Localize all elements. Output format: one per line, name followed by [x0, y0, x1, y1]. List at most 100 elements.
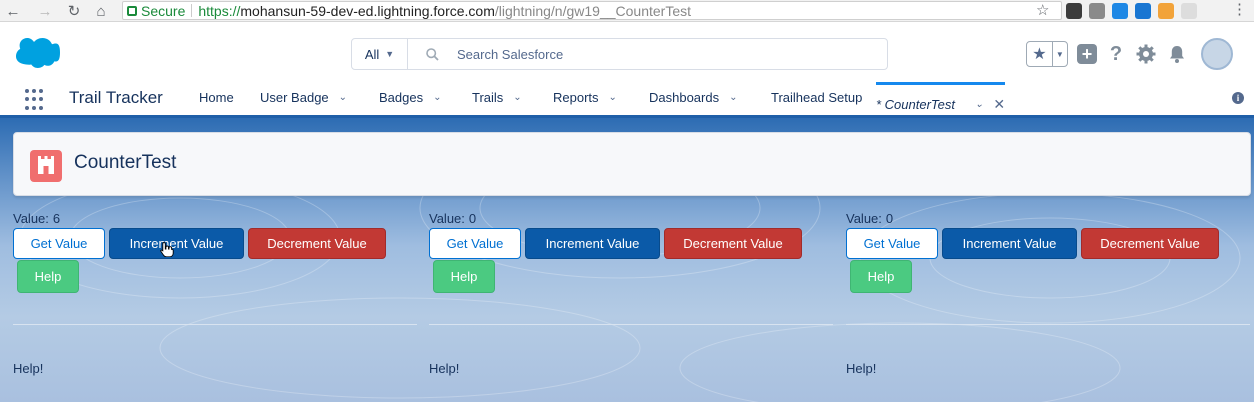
- ext-orange-extension-icon[interactable]: [1158, 3, 1174, 19]
- nav-item-label: Reports: [553, 90, 599, 105]
- get-value-button[interactable]: Get Value: [429, 228, 521, 259]
- nav-item-label: Home: [199, 90, 234, 105]
- app-name: Trail Tracker: [69, 88, 163, 107]
- page-title: CounterTest: [74, 152, 177, 173]
- address-bar[interactable]: Secure https://mohansun-59-dev-ed.lightn…: [122, 1, 1062, 20]
- star-icon[interactable]: ★: [1027, 42, 1052, 66]
- chevron-down-icon[interactable]: ⌄: [339, 92, 347, 103]
- button-row: Get Value Increment Value Decrement Value: [13, 228, 417, 259]
- button-row: Get Value Increment Value Decrement Value: [429, 228, 833, 259]
- extension-icons: [1066, 3, 1197, 19]
- home-icon[interactable]: ⌂: [90, 0, 112, 22]
- castle-tab-icon: [30, 150, 62, 182]
- decrement-value-button[interactable]: Decrement Value: [1081, 228, 1219, 259]
- nav-item-home[interactable]: Home: [199, 90, 234, 105]
- global-actions-plus-icon[interactable]: +: [1077, 44, 1097, 64]
- chevron-down-icon[interactable]: ⌄: [433, 92, 441, 103]
- url-path: /lightning/n/gw19__CounterTest: [494, 2, 692, 19]
- help-text: Help!: [846, 361, 877, 376]
- value-label: Value:: [429, 211, 465, 226]
- salesforce-logo-icon[interactable]: [16, 38, 60, 68]
- nav-item-label: Trailhead Setup: [771, 90, 863, 105]
- browser-toolbar: ← → ↻ ⌂ Secure https://mohansun-59-dev-e…: [0, 0, 1254, 22]
- url-scheme: https://: [198, 2, 241, 19]
- search-icon: [426, 47, 439, 61]
- counter-value: Value: 0: [846, 210, 1250, 227]
- chevron-down-icon[interactable]: ⌄: [975, 99, 983, 110]
- reload-icon[interactable]: ↻: [63, 0, 85, 22]
- nav-item-reports[interactable]: Reports ⌄: [553, 90, 617, 105]
- search-scope-dropdown[interactable]: All ▼: [352, 39, 408, 69]
- chevron-down-icon[interactable]: ⌄: [513, 92, 521, 103]
- ext-light-extension-icon[interactable]: [1181, 3, 1197, 19]
- increment-value-button[interactable]: Increment Value: [942, 228, 1077, 259]
- nav-item-label: Dashboards: [649, 90, 720, 105]
- caret-down-icon: ▼: [385, 49, 395, 59]
- nav-item-dashboards[interactable]: Dashboards ⌄: [649, 90, 738, 105]
- counter-component: Value: 0 Get Value Increment Value Decrement…: [846, 210, 1250, 376]
- divider: [191, 4, 193, 17]
- get-value-button[interactable]: Get Value: [13, 228, 105, 259]
- divider: [429, 324, 833, 325]
- page-body: CounterTest Value: 6 Get Value Increment Va…: [0, 118, 1254, 402]
- notifications-bell-icon[interactable]: [1166, 43, 1188, 65]
- nav-item-label: User Badge: [260, 90, 329, 105]
- chevron-down-icon[interactable]: ⌄: [609, 92, 617, 103]
- help-text: Help!: [429, 361, 460, 376]
- secure-label: Secure: [141, 2, 186, 19]
- favorites-dropdown-icon[interactable]: ▼: [1051, 42, 1067, 66]
- forward-icon[interactable]: →: [34, 0, 56, 22]
- close-tab-icon[interactable]: ✕: [993, 96, 1005, 113]
- divider: [13, 324, 417, 325]
- increment-value-button[interactable]: Increment Value: [525, 228, 660, 259]
- value-label: Value:: [846, 211, 882, 226]
- nav-item-badges[interactable]: Badges ⌄: [379, 90, 441, 105]
- page-header: CounterTest: [13, 132, 1251, 196]
- favorites-button[interactable]: ★ ▼: [1026, 41, 1068, 67]
- ext-grey-extension-icon[interactable]: [1089, 3, 1105, 19]
- bookmark-star-icon[interactable]: ☆: [1036, 1, 1049, 19]
- counter-component: Value: 0 Get Value Increment Value Decrement…: [429, 210, 833, 376]
- counter-value: Value: 6: [13, 210, 417, 227]
- get-value-button[interactable]: Get Value: [846, 228, 938, 259]
- nav-item-label: Trails: [472, 90, 504, 105]
- decrement-value-button[interactable]: Decrement Value: [248, 228, 386, 259]
- back-icon[interactable]: ←: [2, 0, 24, 22]
- ext-dark-extension-icon[interactable]: [1066, 3, 1082, 19]
- app-launcher-icon[interactable]: [25, 89, 47, 111]
- search-input[interactable]: Search Salesforce: [457, 47, 563, 62]
- value-label: Value:: [13, 211, 49, 226]
- info-icon[interactable]: i: [1232, 92, 1244, 104]
- app-navigation: Trail Tracker Home User Badge ⌄ Badges ⌄ Trai…: [0, 82, 1254, 118]
- tab-countertest[interactable]: * CounterTest ⌄ ✕: [876, 82, 1006, 115]
- browser-menu-icon[interactable]: ⋮: [1232, 0, 1247, 18]
- global-search: All ▼ Search Salesforce: [351, 38, 888, 70]
- ext-blue-s-extension-icon[interactable]: [1112, 3, 1128, 19]
- header-actions: ★ ▼ + ?: [1026, 38, 1233, 70]
- counter-value: Value: 0: [429, 210, 833, 227]
- hand-cursor-icon: [160, 242, 174, 257]
- help-button[interactable]: Help: [17, 260, 79, 293]
- help-button[interactable]: Help: [433, 260, 495, 293]
- lock-icon: [127, 5, 137, 16]
- chevron-down-icon[interactable]: ⌄: [729, 92, 737, 103]
- gear-icon[interactable]: [1135, 43, 1157, 65]
- url-host: mohansun-59-dev-ed.lightning.force.com: [240, 2, 495, 19]
- nav-item-user-badge[interactable]: User Badge ⌄: [260, 90, 347, 105]
- help-text: Help!: [13, 361, 44, 376]
- value-number: 6: [52, 211, 61, 226]
- ext-sd-extension-icon[interactable]: [1135, 3, 1151, 19]
- value-number: 0: [885, 211, 894, 226]
- increment-value-button[interactable]: Increment Value: [109, 228, 244, 259]
- divider: [846, 324, 1250, 325]
- search-scope-label: All: [364, 46, 380, 62]
- nav-item-trailhead-setup[interactable]: Trailhead Setup: [771, 90, 862, 105]
- counter-component: Value: 6 Get Value Increment Value Decrement…: [13, 210, 417, 376]
- value-number: 0: [468, 211, 477, 226]
- user-avatar[interactable]: [1201, 38, 1233, 70]
- nav-item-trails[interactable]: Trails ⌄: [472, 90, 522, 105]
- help-question-icon[interactable]: ?: [1106, 43, 1126, 66]
- decrement-value-button[interactable]: Decrement Value: [664, 228, 802, 259]
- help-button[interactable]: Help: [850, 260, 912, 293]
- tab-label: * CounterTest: [876, 96, 956, 112]
